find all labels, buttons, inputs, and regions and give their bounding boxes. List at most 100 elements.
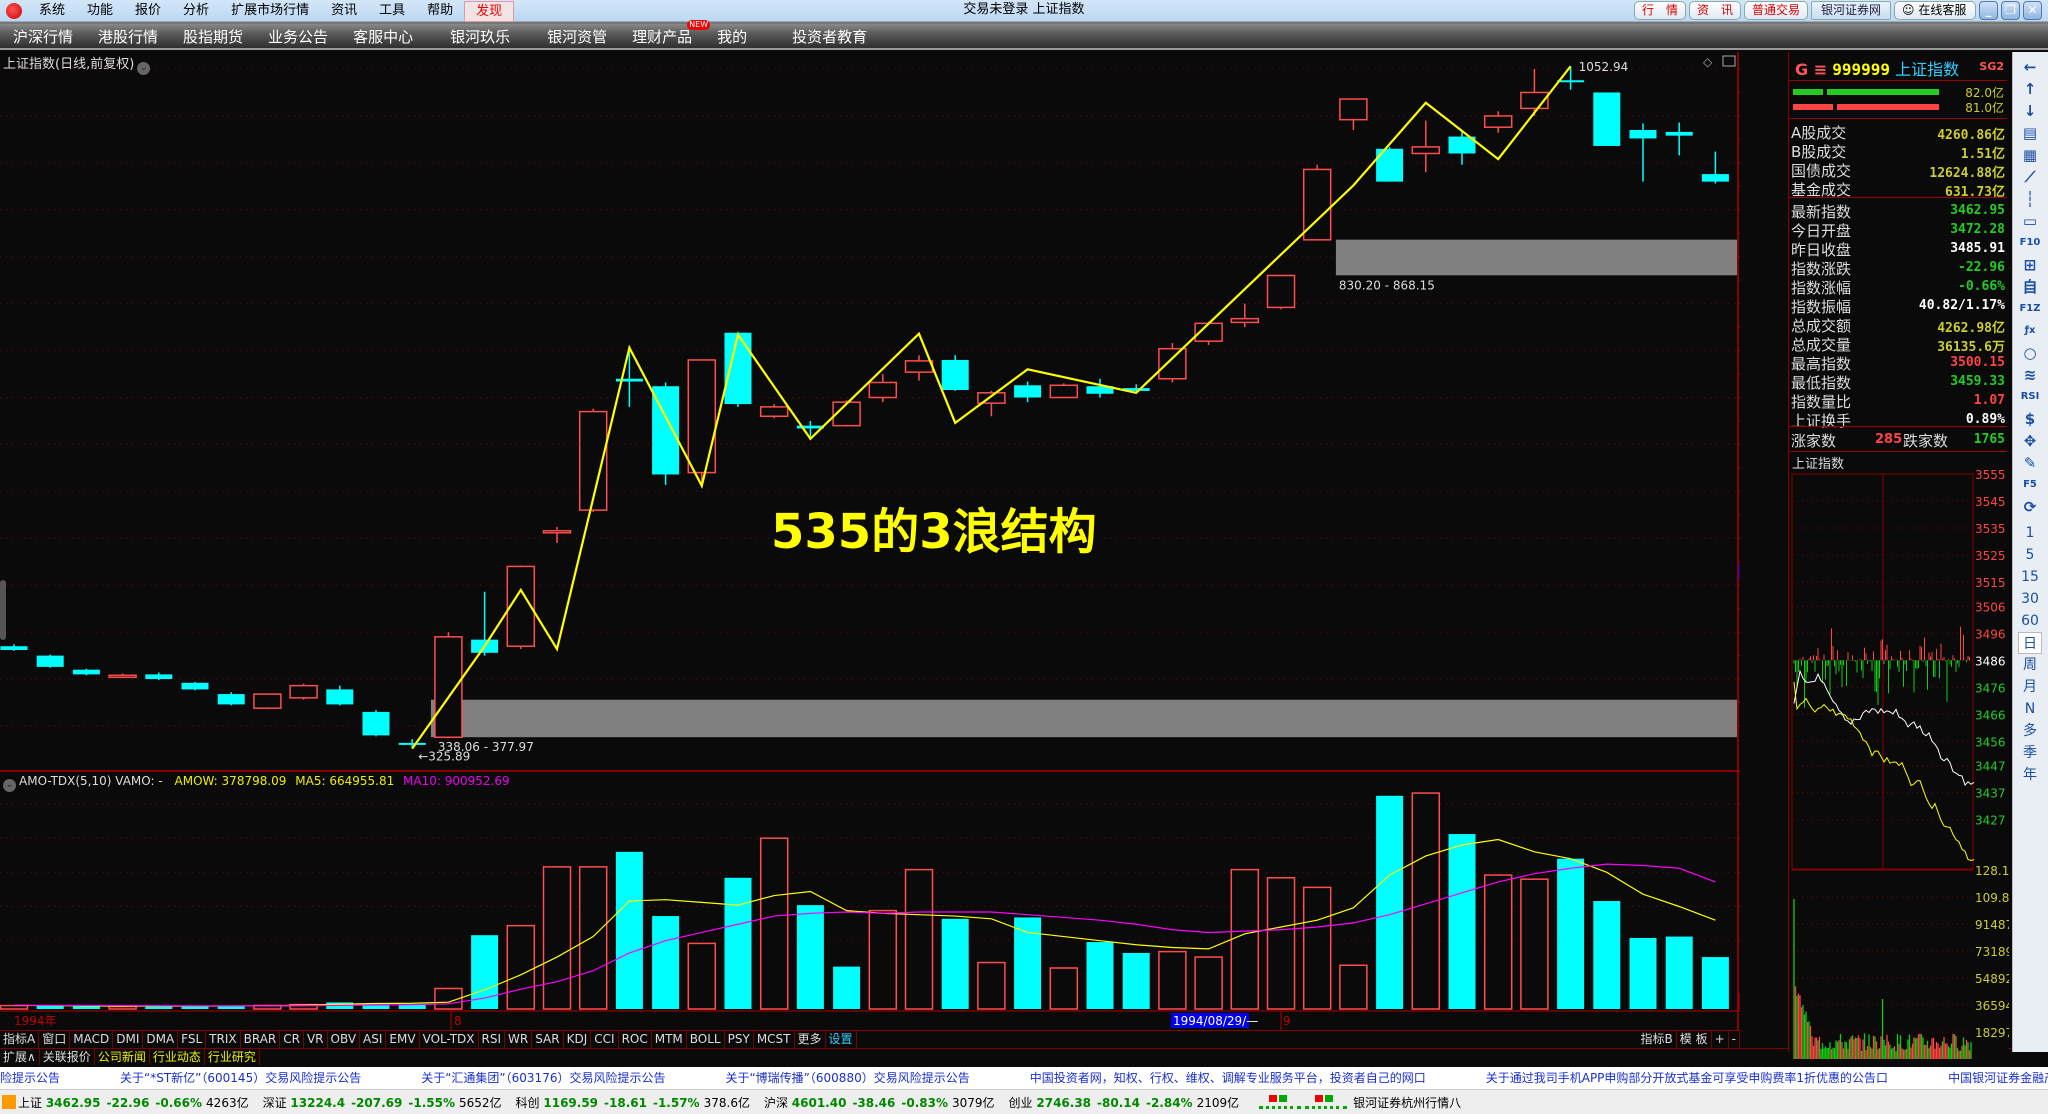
nav-mine[interactable]: 我的	[704, 26, 759, 47]
candle[interactable]	[36, 655, 64, 667]
period-button[interactable]: 季	[2018, 742, 2042, 764]
candle[interactable]	[362, 711, 390, 736]
f5-icon[interactable]: F5	[2018, 474, 2042, 496]
nav-wealth-products[interactable]: 理财产品 NEW	[619, 19, 711, 47]
candle[interactable]	[542, 530, 572, 534]
diamond-icon[interactable]: ◇	[1703, 55, 1713, 69]
refresh-icon[interactable]: ⟳	[2018, 496, 2042, 518]
news-item[interactable]: 中国投资者网，知权、行权、维权、调解专业服务平台，投资者自己的网口	[1030, 1071, 1426, 1085]
move-icon[interactable]: ✥	[2018, 430, 2042, 452]
period-button[interactable]: 多	[2018, 720, 2042, 742]
indicator-tab[interactable]: ASI	[360, 1031, 387, 1048]
chart-area[interactable]: 350.0400.0450.0500.0550.0600.0650.0700.0…	[0, 52, 1740, 1030]
close-button[interactable]: ✕	[2023, 1, 2042, 20]
menu-tools[interactable]: 工具	[368, 0, 416, 22]
indicator-tab[interactable]: MCST	[754, 1031, 795, 1048]
indicator-tab[interactable]: CCI	[591, 1031, 619, 1048]
nav-investor-edu[interactable]: 投资者教育	[779, 26, 879, 47]
candle[interactable]	[759, 406, 789, 418]
custom-icon[interactable]: 自	[2018, 276, 2042, 298]
period-button[interactable]: 30	[2018, 588, 2042, 610]
news-item[interactable]: 关于“*ST新亿”（600145）交易风险提示公告	[120, 1071, 361, 1085]
extension-tab[interactable]: 公司新闻	[95, 1049, 150, 1065]
nav-asset-mgmt[interactable]: 银河资管	[534, 26, 619, 47]
candle[interactable]	[724, 332, 752, 405]
indicator-tab[interactable]: VOL-TDX	[420, 1031, 479, 1048]
news-item[interactable]: 关于“博瑞传播”（600880）交易风险提示公告	[725, 1071, 969, 1085]
indicator-tab[interactable]: BOLL	[687, 1031, 725, 1048]
menu-function[interactable]: 功能	[76, 0, 124, 22]
indicator-tab[interactable]: DMI	[113, 1031, 144, 1048]
indicator-tab[interactable]: MACD	[70, 1031, 114, 1048]
pencil-icon[interactable]: ✎	[2018, 452, 2042, 474]
formula-icon[interactable]: ƒx	[2018, 320, 2042, 342]
online-service-button[interactable]: ☺ 在线客服	[1894, 1, 1976, 20]
candle[interactable]	[181, 682, 209, 690]
indicator-right-button[interactable]: -	[1729, 1031, 1740, 1048]
candle[interactable]	[1339, 98, 1368, 121]
chevron-down-icon[interactable]: ⌄	[137, 62, 151, 75]
indicator-right-button[interactable]: 指标B	[1638, 1031, 1677, 1048]
nav-announcements[interactable]: 业务公告	[255, 26, 340, 47]
menu-news[interactable]: 资讯	[320, 0, 368, 22]
market-index[interactable]: 深证 13224.4 -207.69 -1.55% 5652亿	[263, 1094, 502, 1111]
indicator-tab[interactable]: VR	[304, 1031, 328, 1048]
period-button[interactable]: 周	[2018, 654, 2042, 676]
site-button[interactable]: 银河证券网	[1811, 1, 1891, 20]
candle[interactable]	[145, 674, 173, 680]
nav-hk-quotes[interactable]: 港股行情	[85, 26, 170, 47]
market-index[interactable]: 沪深 4601.40 -38.46 -0.83% 3079亿	[764, 1094, 995, 1111]
indicator-tab[interactable]: DMA	[143, 1031, 179, 1048]
candle[interactable]	[904, 360, 934, 373]
circle-icon[interactable]: ○	[2018, 342, 2042, 364]
extension-tab[interactable]: 行业动态	[150, 1049, 205, 1065]
chevron-down-icon[interactable]: ⌄	[3, 779, 16, 792]
candle[interactable]	[434, 636, 463, 739]
indicator-tab[interactable]: 窗口	[39, 1031, 71, 1048]
news-item[interactable]: 险提示公告	[0, 1071, 60, 1085]
down-arrow-icon[interactable]: ↓	[2018, 100, 2042, 122]
news-item[interactable]: 中国银河证券金融产品中心上线啦!	[1948, 1071, 2048, 1085]
candle[interactable]	[1230, 317, 1260, 324]
grid-list-icon[interactable]: ▦	[2018, 144, 2042, 166]
period-button[interactable]: 15	[2018, 566, 2042, 588]
indicator-tab[interactable]: KDJ	[564, 1031, 592, 1048]
market-icon[interactable]	[2, 1095, 16, 1109]
intraday-chart[interactable]: 3555 3545 3535 3525 3515 3506 3496 3486 3476 3466…	[1789, 470, 2009, 1090]
period-button[interactable]: 年	[2018, 764, 2042, 786]
info-button[interactable]: 资 讯	[1688, 1, 1741, 20]
money-icon[interactable]: $	[2018, 408, 2042, 430]
candle[interactable]	[1593, 92, 1621, 146]
up-arrow-icon[interactable]: ↑	[2018, 78, 2042, 100]
tree-icon[interactable]: ⊞	[2018, 254, 2042, 276]
market-index[interactable]: 科创 1169.59 -18.61 -1.57% 378.6亿	[516, 1094, 750, 1111]
candle[interactable]	[0, 646, 28, 650]
indicator-tab[interactable]: 指标A	[0, 1031, 40, 1048]
indicator-tab[interactable]: MTM	[652, 1031, 687, 1048]
news-item[interactable]: 关于“汇通集团”（603176）交易风险提示公告	[421, 1071, 665, 1085]
candle[interactable]	[1629, 130, 1657, 139]
indicator-tab[interactable]: FSL	[178, 1031, 207, 1048]
rsi-icon[interactable]: RSI	[2018, 386, 2042, 408]
window-icon[interactable]: ▭	[2018, 210, 2042, 232]
indicator-tab[interactable]: EMV	[386, 1031, 420, 1048]
menu-help[interactable]: 帮助	[416, 0, 464, 22]
candle[interactable]	[1014, 385, 1042, 398]
f10-icon[interactable]: F10	[2018, 232, 2042, 254]
candle[interactable]	[1158, 347, 1187, 380]
news-item[interactable]: 关于通过我司手机APP申购部分开放式基金可享受申购费率1折优惠的公告口	[1486, 1071, 1888, 1085]
extension-tab[interactable]: 关联报价	[40, 1049, 95, 1065]
kline-icon[interactable]: ┆	[2018, 188, 2042, 210]
indicator-right-button[interactable]: +	[1712, 1031, 1729, 1048]
restore-button[interactable]: ❐	[2001, 1, 2020, 20]
candle[interactable]	[1665, 131, 1693, 136]
candle[interactable]	[108, 674, 137, 679]
indicator-tab[interactable]: PSY	[725, 1031, 754, 1048]
candle[interactable]	[1411, 146, 1441, 155]
candle[interactable]	[615, 378, 643, 382]
indicator-tab[interactable]: SAR	[532, 1031, 564, 1048]
candle[interactable]	[1557, 80, 1585, 83]
indicator-tab[interactable]: WR	[505, 1031, 533, 1048]
left-scroll-handle[interactable]	[0, 580, 6, 640]
period-button[interactable]: 60	[2018, 610, 2042, 632]
